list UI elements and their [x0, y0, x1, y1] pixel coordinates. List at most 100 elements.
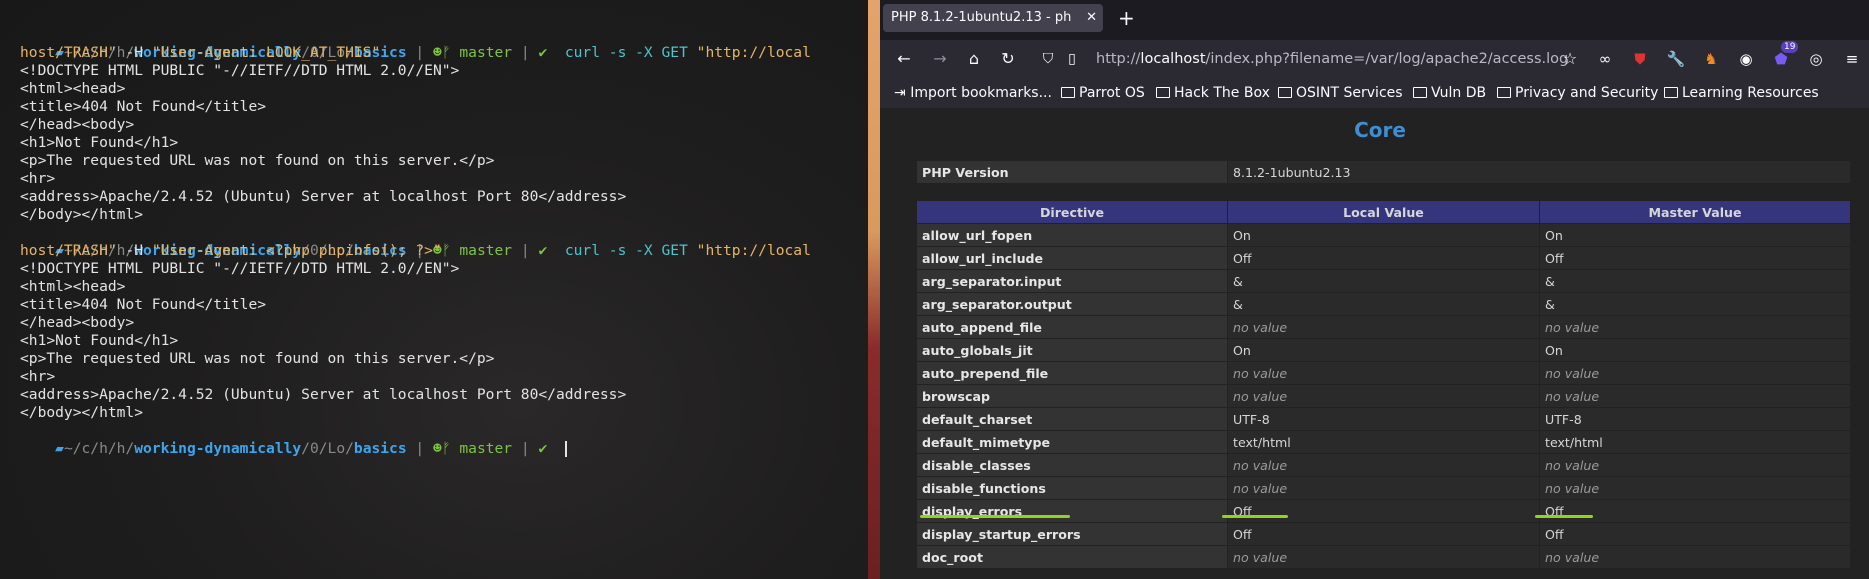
- fox-icon[interactable]: ♞: [1701, 49, 1721, 69]
- output-line: <title>404 Not Found</title>: [20, 296, 267, 313]
- page-content[interactable]: Core PHP Version 8.1.2-1ubuntu2.13 Direc…: [880, 108, 1869, 579]
- bookmarks-toolbar: ⇥ Import bookmarks... Parrot OS Hack The…: [880, 78, 1869, 108]
- prompt-separator: |: [520, 242, 530, 259]
- header-master-value: Master Value: [1539, 200, 1851, 224]
- local-value: Off: [1227, 499, 1540, 523]
- star-icon[interactable]: ☆: [1560, 49, 1580, 69]
- folder-icon: [1497, 87, 1511, 98]
- prompt-separator: |: [415, 44, 425, 61]
- table-row: display_startup_errors Off Off: [916, 522, 1851, 546]
- master-value: no value: [1539, 453, 1851, 477]
- table-header-row: Directive Local Value Master Value: [916, 200, 1851, 224]
- cookie-icon[interactable]: ◉: [1736, 49, 1756, 69]
- terminal-pane[interactable]: ▰~/c/h/h/working-dynamically/0/Lo/basics…: [0, 0, 868, 579]
- branch-icon: ᚠ: [441, 242, 451, 259]
- directive-name: disable_classes: [916, 453, 1228, 477]
- prompt-path-tail: /0/Lo/: [301, 440, 354, 457]
- local-value: Off: [1227, 522, 1540, 546]
- bookmark-import[interactable]: ⇥ Import bookmarks...: [894, 78, 1052, 108]
- prompt-separator: |: [415, 440, 425, 457]
- master-value: no value: [1539, 315, 1851, 339]
- prompt-separator: |: [520, 440, 530, 457]
- close-icon[interactable]: ✕: [1086, 4, 1097, 32]
- bookmark-label: Learning Resources: [1682, 85, 1819, 101]
- table-row: auto_append_file no value no value: [916, 315, 1851, 339]
- local-value: &: [1227, 269, 1540, 293]
- local-value: no value: [1227, 384, 1540, 408]
- folder-icon: [1278, 87, 1292, 98]
- new-tab-icon[interactable]: +: [1118, 4, 1135, 32]
- table-row: disable_classes no value no value: [916, 453, 1851, 477]
- directive-name: default_charset: [916, 407, 1228, 431]
- command-text: curl -s -X GET: [564, 44, 697, 61]
- prompt-line-2: ▰~/c/h/h/working-dynamically/0/Lo/basics…: [20, 224, 811, 259]
- folder-icon: [1413, 87, 1427, 98]
- master-value: &: [1539, 292, 1851, 316]
- php-version-label: PHP Version: [916, 160, 1228, 184]
- bookmark-vuln-db[interactable]: Vuln DB: [1413, 78, 1486, 108]
- directive-name: default_mimetype: [916, 430, 1228, 454]
- tab-title: PHP 8.1.2-1ubuntu2.13 - php: [891, 10, 1071, 25]
- bookmark-label: Vuln DB: [1431, 85, 1487, 101]
- bookmark-label: Parrot OS: [1079, 85, 1145, 101]
- command-string: "http://local: [696, 242, 811, 259]
- forward-icon[interactable]: →: [930, 49, 950, 69]
- output-line: <html><head>: [20, 278, 126, 295]
- bookmark-label: Hack The Box: [1174, 85, 1270, 101]
- output-line: </body></html>: [20, 404, 144, 421]
- url-prefix: http://: [1096, 51, 1141, 67]
- wrench-icon[interactable]: 🔧: [1666, 49, 1686, 69]
- local-value: no value: [1227, 361, 1540, 385]
- table-row: doc_root no value no value: [916, 545, 1851, 569]
- page-icon: ▯: [1068, 51, 1076, 67]
- browser-window: PHP 8.1.2-1ubuntu2.13 - php ✕ + ← → ⌂ ↻ …: [880, 0, 1869, 579]
- header-local-value: Local Value: [1227, 200, 1540, 224]
- folder-icon: [1156, 87, 1170, 98]
- bookmark-osint-services[interactable]: OSINT Services: [1278, 78, 1403, 108]
- directive-name: allow_url_fopen: [916, 223, 1228, 247]
- directive-name: auto_append_file: [916, 315, 1228, 339]
- reload-icon[interactable]: ↻: [998, 49, 1018, 69]
- spy-icon[interactable]: ◎: [1806, 49, 1826, 69]
- command-string: host/TRASH": [20, 242, 117, 259]
- bookmark-parrot-os[interactable]: Parrot OS: [1061, 78, 1145, 108]
- mask-icon[interactable]: ∞: [1595, 49, 1615, 69]
- bookmark-privacy-security[interactable]: Privacy and Security: [1497, 78, 1658, 108]
- ublock-icon[interactable]: ⛊: [1630, 49, 1650, 69]
- highlight-underline: [1535, 515, 1593, 518]
- pane-divider[interactable]: [868, 0, 880, 579]
- bookmark-label: Privacy and Security: [1515, 85, 1659, 101]
- directive-name: display_startup_errors: [916, 522, 1228, 546]
- check-icon: ✔: [538, 440, 548, 457]
- directive-name: auto_prepend_file: [916, 361, 1228, 385]
- menu-icon[interactable]: ≡: [1842, 49, 1862, 69]
- output-line: <hr>: [20, 368, 56, 385]
- command-string: "http://local: [696, 44, 811, 61]
- prompt-line-3[interactable]: ▰~/c/h/h/working-dynamically/0/Lo/basics…: [20, 422, 567, 457]
- shield-badge-icon[interactable]: ⬟ 19: [1771, 41, 1799, 69]
- command-line-2b: host/TRASH" -H "User-Agent: <?php phpinf…: [20, 242, 442, 260]
- text-cursor: [564, 441, 567, 457]
- command-text: -H: [116, 242, 152, 259]
- bookmark-learning-resources[interactable]: Learning Resources: [1664, 78, 1819, 108]
- directive-name: arg_separator.input: [916, 269, 1228, 293]
- url-host: localhost: [1140, 51, 1206, 67]
- bookmark-hack-the-box[interactable]: Hack The Box: [1156, 78, 1270, 108]
- home-icon[interactable]: ⌂: [964, 49, 984, 69]
- prompt-branch: master: [459, 242, 513, 259]
- shield-icon[interactable]: ⛉: [1038, 49, 1058, 69]
- tab-phpinfo[interactable]: PHP 8.1.2-1ubuntu2.13 - php ✕: [883, 4, 1103, 32]
- directive-name: doc_root: [916, 545, 1228, 569]
- local-value: no value: [1227, 315, 1540, 339]
- prompt-path-bold: working-dynamically: [134, 440, 302, 457]
- command-string: "User-Agent: LOOK_AT_THIS": [151, 44, 381, 61]
- table-row: allow_url_include Off Off: [916, 246, 1851, 270]
- table-row: default_charset UTF-8 UTF-8: [916, 407, 1851, 431]
- output-line: <p>The requested URL was not found on th…: [20, 152, 495, 169]
- output-line: <p>The requested URL was not found on th…: [20, 350, 495, 367]
- output-line: </body></html>: [20, 206, 144, 223]
- url-bar[interactable]: http://localhost/index.php?filename=/var…: [1096, 44, 1586, 74]
- output-line: </head><body>: [20, 116, 135, 133]
- back-icon[interactable]: ←: [894, 49, 914, 69]
- command-string: "User-Agent: <?php phpinfo(); ?>": [151, 242, 442, 259]
